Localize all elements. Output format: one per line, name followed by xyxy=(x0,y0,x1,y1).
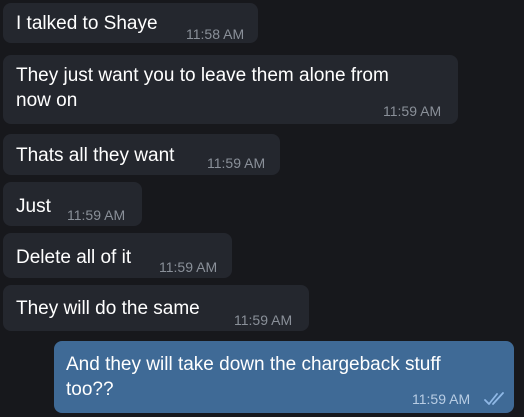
message-timestamp: 11:59 AM xyxy=(67,207,126,223)
message-bubble-incoming[interactable]: Delete all of it 11:59 AM xyxy=(3,233,232,278)
message-bubble-incoming[interactable]: Thats all they want 11:59 AM xyxy=(3,134,280,175)
message-bubble-incoming[interactable]: They will do the same 11:59 AM xyxy=(3,285,309,331)
message-timestamp: 11:59 AM xyxy=(383,103,442,119)
message-text: Delete all of it xyxy=(16,247,132,268)
message-timestamp: 11:59 AM xyxy=(159,259,218,275)
message-timestamp: 11:59 AM xyxy=(234,312,293,328)
message-text: Just xyxy=(16,196,51,217)
message-text: Thats all they want xyxy=(16,145,175,166)
message-timestamp: 11:59 AM xyxy=(412,391,471,407)
message-timestamp: 11:58 AM xyxy=(186,26,245,42)
message-bubble-incoming[interactable]: They just want you to leave them alone f… xyxy=(3,55,458,124)
message-bubble-incoming[interactable]: I talked to Shaye 11:58 AM xyxy=(3,3,258,43)
message-text-line-1: They just want you to leave them alone f… xyxy=(16,65,389,86)
message-text: They will do the same xyxy=(16,298,200,319)
message-text: I talked to Shaye xyxy=(16,13,158,34)
message-bubble-incoming[interactable]: Just 11:59 AM xyxy=(3,182,142,226)
message-text-line-1: And they will take down the chargeback s… xyxy=(66,354,441,375)
message-timestamp: 11:59 AM xyxy=(207,155,266,171)
message-bubble-outgoing[interactable]: And they will take down the chargeback s… xyxy=(54,341,514,413)
double-check-icon xyxy=(484,392,504,405)
message-text-line-2: too?? xyxy=(66,379,114,400)
message-text-line-2: now on xyxy=(16,90,78,111)
